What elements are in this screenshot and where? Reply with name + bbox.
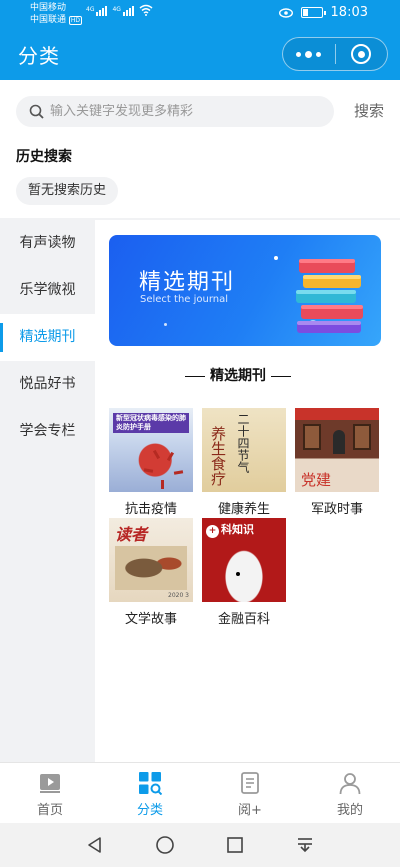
signal-icon: 4G — [86, 6, 108, 16]
star-decoration — [274, 256, 278, 260]
cover-subtitle: 二十四节气 — [236, 413, 250, 473]
star-decoration — [164, 323, 167, 326]
journal-cover: 读者 2020 3 — [109, 518, 193, 602]
signal-indicators: 4G 4G — [86, 4, 153, 16]
battery-icon — [300, 7, 326, 18]
journal-label: 金融百科 — [217, 612, 270, 627]
search-button[interactable]: 搜索 — [354, 100, 384, 121]
eye-icon — [278, 7, 293, 18]
tab-label: 首页 — [36, 803, 63, 818]
search-box[interactable] — [16, 96, 334, 127]
content-panel: 精选期刊 Select the journal 精选期刊 新型冠状病毒感染的肺炎… — [95, 220, 400, 762]
tab-mine[interactable]: 我的 — [300, 763, 400, 823]
cover-title: 读者 — [115, 525, 148, 544]
dot-icon — [296, 51, 302, 57]
person-icon — [339, 773, 361, 795]
dot-icon — [305, 50, 313, 58]
category-sidebar: 有声读物 乐学微视 精选期刊 悦品好书 学会专栏 — [0, 220, 95, 762]
banner-subtitle: Select the journal — [140, 294, 229, 305]
cover-title: 新型冠状病毒感染的肺炎防护手册 — [113, 413, 189, 433]
journal-label: 文学故事 — [124, 612, 177, 627]
tab-category[interactable]: 分类 — [100, 763, 200, 823]
status-right: 18:03 — [278, 5, 368, 20]
close-button[interactable] — [335, 38, 387, 70]
books-illustration-icon — [296, 259, 363, 333]
cover-title: 党建 — [301, 471, 332, 489]
tab-label: 分类 — [136, 803, 163, 818]
system-nav-bar — [0, 823, 400, 867]
home-button[interactable] — [130, 823, 200, 867]
title-line-left — [185, 375, 205, 377]
page-title: 分类 — [18, 44, 60, 68]
sidebar-item-micro-video[interactable]: 乐学微视 — [0, 267, 95, 314]
banner-title: 精选期刊 — [139, 270, 236, 295]
journal-label: 健康养生 — [217, 502, 270, 517]
carrier-1: 中国移动 — [30, 3, 67, 13]
notification-pull-button[interactable] — [270, 823, 340, 867]
back-button[interactable] — [60, 823, 130, 867]
top-bar: 中国移动 中国联通 HD 4G 4G 18:03 分类 — [0, 0, 400, 80]
play-icon — [40, 774, 60, 793]
search-icon — [29, 104, 44, 119]
journal-label: 抗击疫情 — [124, 502, 177, 517]
home-circle-icon — [156, 836, 174, 854]
journal-cover: + 科知识 — [202, 518, 286, 602]
journal-banner[interactable]: 精选期刊 Select the journal — [109, 235, 381, 346]
pull-down-icon — [298, 838, 312, 853]
sidebar-item-journals[interactable]: 精选期刊 — [0, 314, 95, 361]
journal-card-health[interactable]: 养生食疗 二十四节气 健康养生 — [202, 408, 286, 517]
journal-cover: 党建 — [295, 408, 379, 492]
history-empty-chip: 暂无搜索历史 — [16, 177, 119, 205]
status-bar: 中国移动 中国联通 HD 4G 4G 18:03 — [0, 0, 400, 28]
dot-icon — [316, 51, 322, 57]
miniprogram-capsule — [282, 37, 388, 71]
section-title: 精选期刊 — [95, 365, 381, 385]
hd-badge: HD — [68, 16, 83, 25]
journal-card-literature[interactable]: 读者 2020 3 文学故事 — [109, 518, 193, 627]
target-icon — [351, 44, 372, 64]
tab-home[interactable]: 首页 — [0, 763, 100, 823]
book-icon — [241, 772, 259, 794]
signal-icon: 4G — [112, 6, 134, 16]
sidebar-item-good-books[interactable]: 悦品好书 — [0, 361, 95, 408]
sidebar-item-audiobooks[interactable]: 有声读物 — [0, 220, 95, 267]
journal-cover: 新型冠状病毒感染的肺炎防护手册 — [109, 408, 193, 492]
header: 分类 — [0, 28, 400, 80]
cover-issue: 2020 3 — [168, 592, 189, 599]
journal-card-epidemic[interactable]: 新型冠状病毒感染的肺炎防护手册 抗击疫情 — [109, 408, 193, 517]
cover-title: + 科知识 — [206, 521, 254, 538]
tab-label: 我的 — [336, 803, 363, 818]
back-triangle-icon — [88, 837, 101, 853]
clock: 18:03 — [330, 5, 368, 20]
sidebar-item-society-column[interactable]: 学会专栏 — [0, 408, 95, 455]
search-input[interactable] — [50, 104, 310, 119]
recents-square-icon — [227, 837, 243, 853]
journal-card-politics[interactable]: 党建 军政时事 — [295, 408, 379, 517]
tab-label: 阅+ — [238, 803, 262, 818]
history-title: 历史搜索 — [16, 149, 72, 165]
journal-card-finance[interactable]: + 科知识 金融百科 — [202, 518, 286, 627]
recents-button[interactable] — [200, 823, 270, 867]
cover-title: 养生食疗 — [209, 426, 227, 486]
title-line-right — [271, 375, 291, 377]
journal-label: 军政时事 — [310, 502, 363, 517]
more-button[interactable] — [283, 38, 335, 70]
carrier-2: 中国联通 HD — [30, 15, 83, 25]
tab-read-plus[interactable]: 阅+ — [200, 763, 300, 823]
grid-icon — [139, 772, 162, 795]
bottom-tab-bar: 首页 分类 阅+ 我的 — [0, 762, 400, 823]
wifi-icon — [139, 4, 153, 16]
carrier-info: 中国移动 中国联通 HD — [30, 2, 83, 27]
journal-cover: 养生食疗 二十四节气 — [202, 408, 286, 492]
search-area: 搜索 历史搜索 暂无搜索历史 — [0, 80, 400, 218]
